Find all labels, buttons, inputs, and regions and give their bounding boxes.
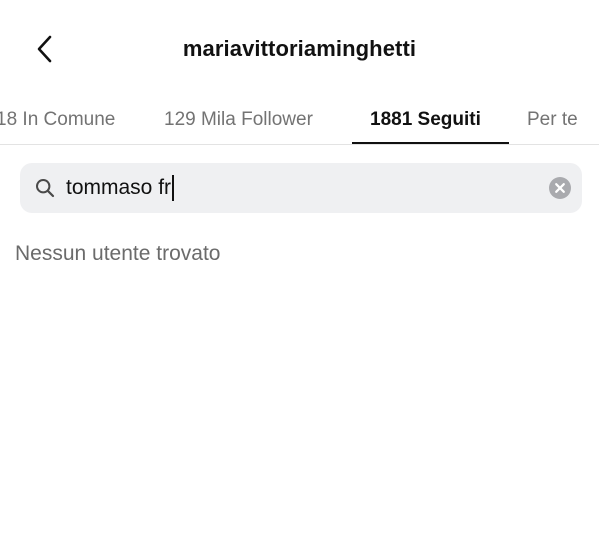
active-tab-indicator — [352, 142, 509, 144]
profile-username-title: mariavittoriaminghetti — [182, 36, 417, 61]
tab-bar: 18 In Comune 129 Mila Follower 1881 Segu… — [0, 96, 599, 145]
top-header: mariavittoriaminghetti — [0, 0, 599, 96]
clear-search-button[interactable] — [549, 177, 571, 199]
no-results-message: Nessun utente trovato — [15, 242, 221, 265]
search-bar[interactable]: tommaso fr — [20, 163, 582, 213]
search-icon — [35, 178, 55, 198]
search-input[interactable]: tommaso fr — [66, 175, 175, 201]
search-query-text: tommaso fr — [66, 176, 172, 199]
tab-followers[interactable]: 129 Mila Follower — [164, 102, 313, 138]
tab-mutual[interactable]: 18 In Comune — [0, 102, 115, 138]
clear-icon — [555, 183, 565, 193]
tab-for-you[interactable]: Per te — [527, 102, 578, 138]
tab-following[interactable]: 1881 Seguiti — [370, 102, 481, 138]
text-cursor — [172, 175, 175, 201]
